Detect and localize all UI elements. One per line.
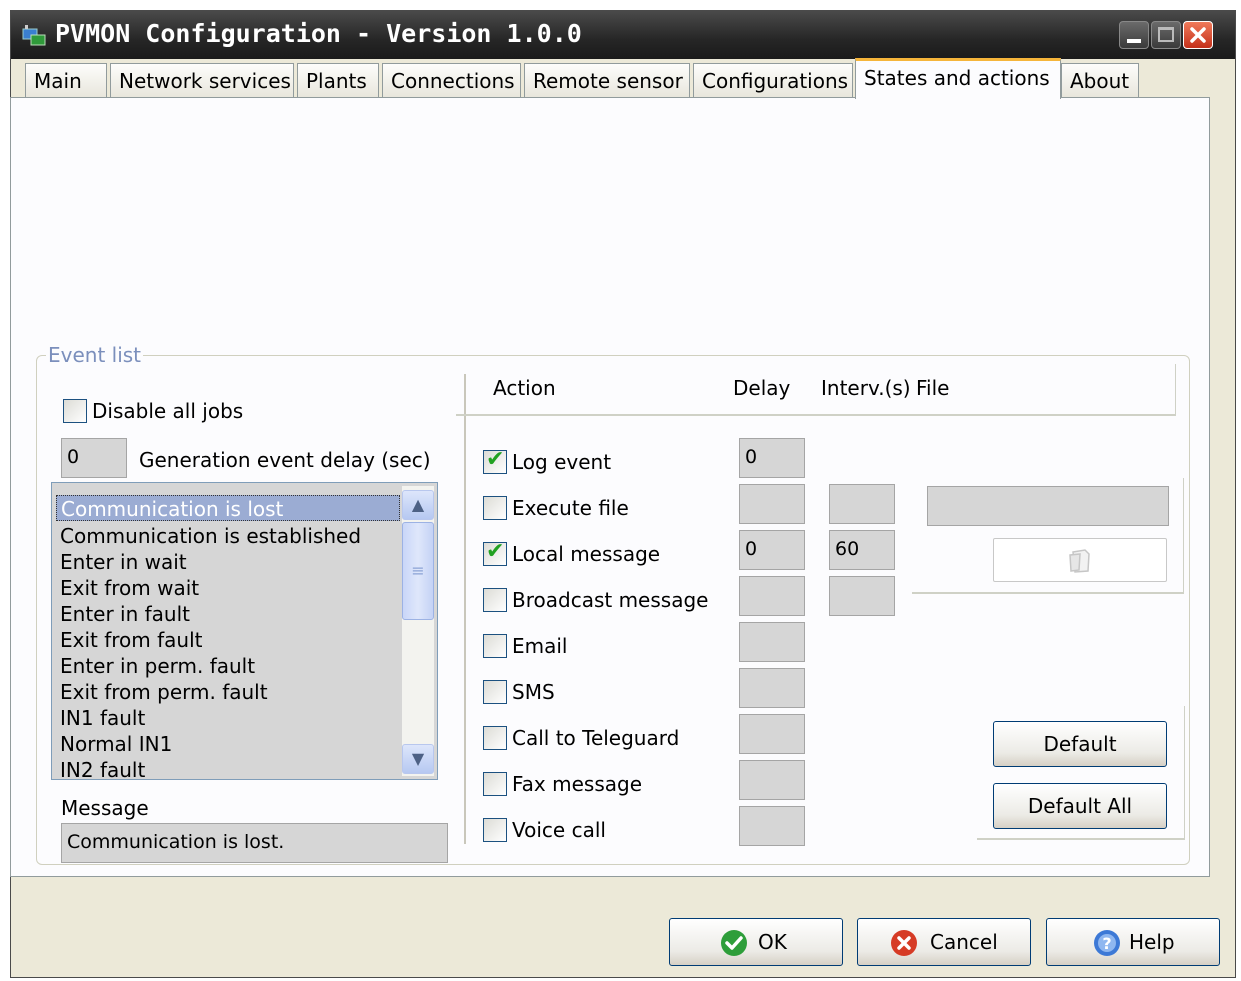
log-event-label: Log event: [512, 450, 612, 474]
tab-plants[interactable]: Plants: [297, 63, 379, 97]
generation-delay-input[interactable]: 0: [61, 438, 127, 478]
local-message-checkbox[interactable]: ✔: [483, 539, 507, 566]
chevron-down-icon: ▼: [411, 749, 425, 768]
group-divider: [464, 374, 466, 844]
default-all-button[interactable]: Default All: [993, 783, 1167, 829]
scrollbar-thumb[interactable]: ≡: [402, 522, 434, 620]
check-icon: ✔: [486, 539, 505, 564]
list-item[interactable]: Exit from fault: [56, 627, 400, 653]
event-list-group-label: Event list: [46, 343, 144, 367]
call-to-teleguard-label: Call to Teleguard: [512, 726, 680, 750]
email-delay-input[interactable]: [739, 622, 805, 662]
tab-network-services[interactable]: Network services: [110, 63, 294, 97]
default-button[interactable]: Default: [993, 721, 1167, 767]
broadcast-message-delay-input[interactable]: [739, 576, 805, 616]
list-item[interactable]: Exit from wait: [56, 575, 400, 601]
broadcast-message-label: Broadcast message: [512, 588, 709, 612]
execute-file-label: Execute file: [512, 496, 629, 520]
sms-label: SMS: [512, 680, 555, 704]
event-listbox[interactable]: Communication is lost Communication is e…: [51, 482, 438, 780]
generation-delay-label: Generation event delay (sec): [139, 448, 431, 472]
fax-message-checkbox[interactable]: [483, 772, 507, 796]
sms-delay-input[interactable]: [739, 668, 805, 708]
header-file: File: [916, 376, 950, 400]
maximize-button[interactable]: [1151, 21, 1181, 49]
event-list-scrollbar[interactable]: ▲ ≡ ▼: [402, 486, 434, 776]
tab-remote-sensor[interactable]: Remote sensor: [524, 63, 690, 97]
tab-main[interactable]: Main: [25, 63, 107, 97]
sms-checkbox[interactable]: [483, 680, 507, 704]
list-item[interactable]: Exit from perm. fault: [56, 679, 400, 705]
help-label: Help: [1129, 930, 1175, 954]
scroll-up-button[interactable]: ▲: [402, 490, 434, 520]
close-icon: [1190, 27, 1206, 43]
tab-connections[interactable]: Connections: [382, 63, 521, 97]
list-item[interactable]: Communication is lost: [56, 495, 400, 521]
log-event-checkbox[interactable]: ✔: [483, 447, 507, 474]
actions-header: [456, 364, 1176, 416]
email-checkbox[interactable]: [483, 634, 507, 658]
cancel-x-icon: [891, 930, 917, 956]
broadcast-message-checkbox[interactable]: [483, 588, 507, 612]
cancel-label: Cancel: [930, 930, 998, 954]
minimize-button[interactable]: [1119, 21, 1149, 49]
help-button[interactable]: ? Help: [1046, 918, 1220, 966]
voice-call-label: Voice call: [512, 818, 606, 842]
disable-all-jobs-label: Disable all jobs: [92, 399, 244, 423]
window-title: PVMON Configuration - Version 1.0.0: [55, 19, 582, 48]
log-event-delay-input[interactable]: 0: [739, 438, 805, 478]
voice-call-checkbox[interactable]: [483, 818, 507, 842]
scroll-down-button[interactable]: ▼: [402, 744, 434, 774]
local-message-delay-input[interactable]: 0: [739, 530, 805, 570]
header-delay: Delay: [733, 376, 791, 400]
help-question-icon: ?: [1094, 930, 1120, 956]
browse-file-button[interactable]: [993, 538, 1167, 582]
list-item[interactable]: IN2 fault: [56, 757, 400, 779]
list-item[interactable]: Communication is established: [56, 523, 400, 549]
title-bar[interactable]: PVMON Configuration - Version 1.0.0: [11, 11, 1235, 59]
ok-button[interactable]: OK: [669, 918, 843, 966]
local-message-label: Local message: [512, 542, 661, 566]
cancel-button[interactable]: Cancel: [857, 918, 1031, 966]
check-icon: ✔: [486, 447, 505, 472]
header-action: Action: [493, 376, 556, 400]
maximize-icon: [1158, 27, 1174, 42]
list-item[interactable]: Normal IN1: [56, 731, 400, 757]
execute-file-delay-input[interactable]: [739, 484, 805, 524]
execute-file-interval-input[interactable]: [829, 484, 895, 524]
svg-text:?: ?: [1102, 934, 1111, 953]
message-label: Message: [61, 796, 149, 820]
ok-label: OK: [758, 930, 787, 954]
call-to-teleguard-checkbox[interactable]: [483, 726, 507, 750]
list-item[interactable]: Enter in perm. fault: [56, 653, 400, 679]
email-label: Email: [512, 634, 568, 658]
execute-file-checkbox[interactable]: [483, 496, 507, 520]
local-message-interval-input[interactable]: 60: [829, 530, 895, 570]
chevron-up-icon: ▲: [411, 495, 425, 514]
tab-about[interactable]: About: [1061, 63, 1139, 97]
app-icon: [22, 25, 46, 46]
fax-message-label: Fax message: [512, 772, 642, 796]
close-button[interactable]: [1183, 21, 1213, 49]
list-item[interactable]: IN1 fault: [56, 705, 400, 731]
voice-call-delay-input[interactable]: [739, 806, 805, 846]
broadcast-message-interval-input[interactable]: [829, 576, 895, 616]
minimize-icon: [1127, 39, 1141, 43]
ok-check-icon: [721, 930, 747, 956]
fax-message-delay-input[interactable]: [739, 760, 805, 800]
tab-configurations[interactable]: Configurations: [693, 63, 853, 97]
file-path-input[interactable]: [927, 486, 1169, 526]
header-interval: Interv.(s): [821, 376, 911, 400]
message-field[interactable]: Communication is lost.: [61, 823, 448, 863]
tab-states-and-actions[interactable]: States and actions: [855, 58, 1061, 99]
list-item[interactable]: Enter in wait: [56, 549, 400, 575]
open-file-icon: [1069, 549, 1090, 573]
disable-all-jobs-checkbox[interactable]: [63, 399, 87, 423]
call-to-teleguard-delay-input[interactable]: [739, 714, 805, 754]
list-item[interactable]: Enter in fault: [56, 601, 400, 627]
